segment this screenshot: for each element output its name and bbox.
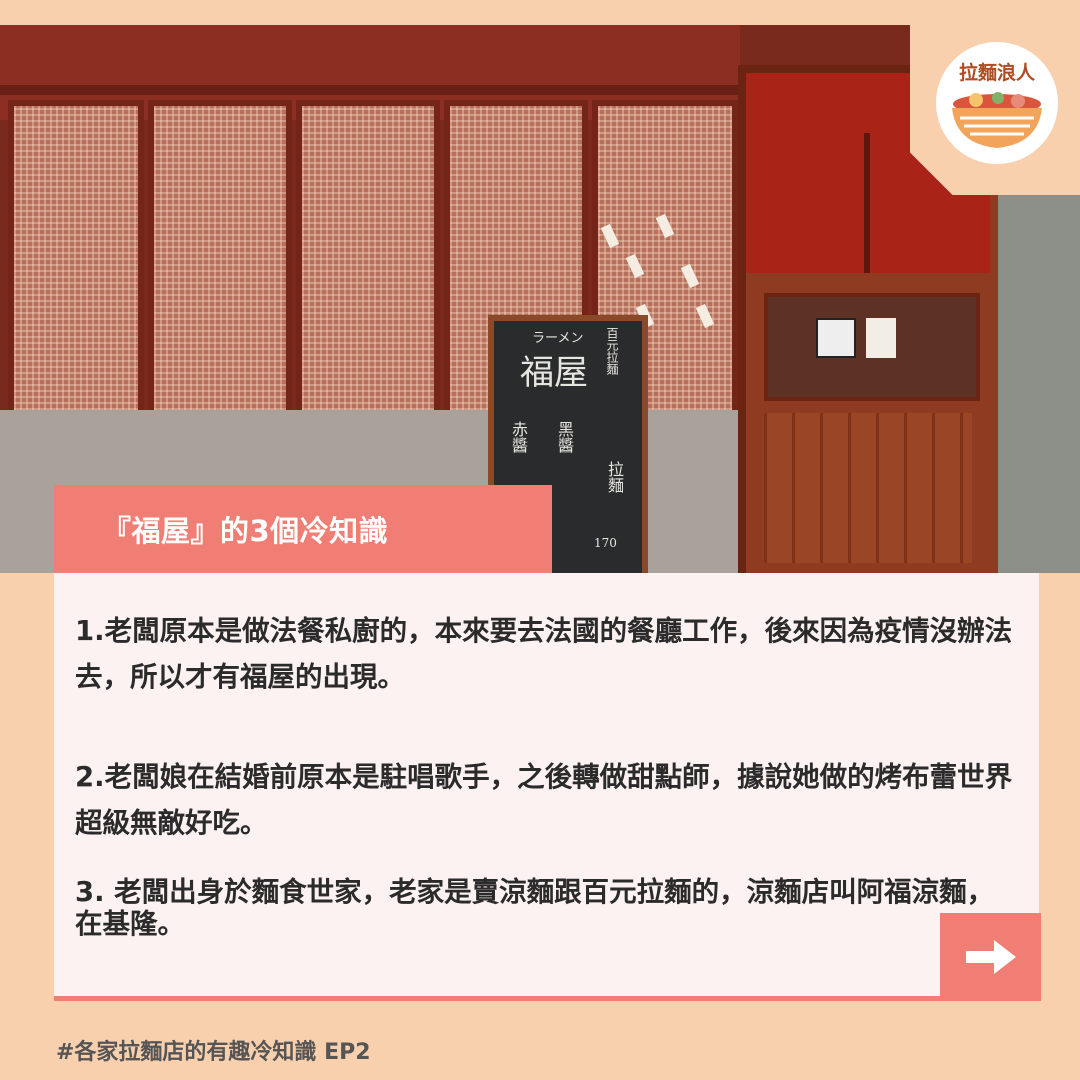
side-wall [998, 175, 1080, 573]
qr-code-sign [816, 318, 856, 358]
bamboo-blind [296, 100, 440, 422]
facts-card: 1.老闆原本是做法餐私廚的，本來要去法國的餐廳工作，後來因為疫情沒辦法去，所以才… [54, 573, 1039, 1001]
blackboard-menu-left: 赤醬 [509, 421, 528, 453]
blackboard-menu-mid: 黑醬 [555, 421, 574, 453]
arrow-right-icon [965, 940, 1016, 974]
brand-logo: 拉麵浪人 [936, 42, 1058, 164]
blackboard-right-header: 百元拉麵 [605, 327, 619, 375]
blackboard-shop-name: 福屋 [520, 353, 588, 393]
footer-hashtag: #各家拉麵店的有趣冷知識 EP2 [56, 1040, 371, 1065]
fact-item-1: 1.老闆原本是做法餐私廚的，本來要去法國的餐廳工作，後來因為疫情沒辦法去，所以才… [75, 615, 1013, 693]
blackboard-price: 170 [594, 536, 617, 550]
door-notice [866, 318, 896, 358]
fact-item-2: 2.老闆娘在結婚前原本是駐唱歌手，之後轉做甜點師，據說她做的烤布蕾世界超級無敵好… [75, 761, 1013, 839]
next-page-button[interactable] [940, 913, 1041, 1001]
bamboo-blind [8, 100, 144, 422]
noren-split [864, 133, 870, 273]
logo-text: 拉麵浪人 [958, 62, 1035, 84]
blackboard-menu-right: 拉麵 [605, 461, 624, 493]
shop-beam [0, 85, 740, 95]
fact-item-3: 3. 老闆出身於麵食世家，老家是賣涼麵跟百元拉麵的，涼麵店叫阿福涼麵，在基隆。 [75, 876, 995, 940]
bamboo-blind [148, 100, 292, 422]
page-title: 『福屋』的3個冷知識 [102, 514, 389, 548]
blackboard-line-top: ラーメン [532, 331, 584, 346]
ramen-bowl-icon [952, 92, 1042, 148]
door-panels [764, 413, 972, 563]
title-tab: 『福屋』的3個冷知識 [54, 485, 552, 573]
